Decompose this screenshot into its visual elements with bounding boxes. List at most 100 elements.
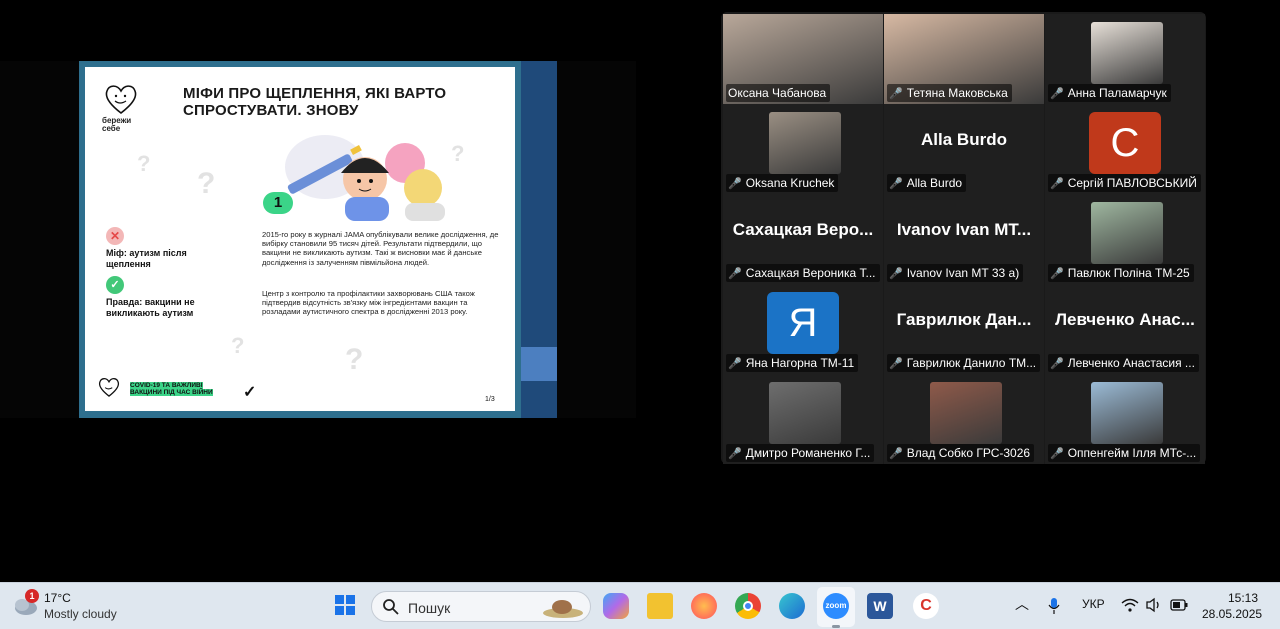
participant-name: Alla Burdo [906,176,963,190]
participant-name-label: 🎤 Павлюк Поліна ТМ-25 [1048,264,1194,282]
muted-microphone-icon: 🎤 [1050,88,1064,100]
participant-name-label: 🎤 Alla Burdo [887,174,967,192]
muted-microphone-icon: 🎤 [1050,178,1064,190]
participant-name: Оппенгейм Ілля МТс-... [1067,446,1197,460]
ccleaner-icon[interactable]: C [913,593,939,619]
participant-tile[interactable]: Сахацкая Веро... 🎤 Сахацкая Вероника Т... [723,194,883,284]
participant-name: Oksana Kruchek [745,176,835,190]
slide-paragraph-1: 2015-го року в журналі JAMA опублікували… [262,230,499,267]
participant-name: Сахацкая Вероника Т... [745,266,876,280]
volume-icon[interactable] [1145,597,1163,613]
question-mark-icon: ? [197,167,216,200]
chrome-icon[interactable] [735,593,761,619]
heart-logo-icon [98,378,120,397]
muted-microphone-icon: 🎤 [1050,358,1064,370]
slide-side-block [521,347,557,381]
weather-condition[interactable]: Mostly cloudy [44,607,117,621]
participant-name-label: 🎤 Влад Собко ГРС-3026 [887,444,1035,462]
cross-icon: ✕ [106,227,124,245]
file-explorer-icon[interactable] [647,593,673,619]
muted-microphone-icon: 🎤 [728,358,742,370]
truth-text: Правда: вакцини не викликають аутизм [106,297,195,318]
shared-screen: бережи себе МІФИ ПРО ЩЕПЛЕННЯ, ЯКІ ВАРТО… [0,61,636,418]
wifi-icon[interactable] [1121,597,1139,613]
participant-name: Павлюк Поліна ТМ-25 [1067,266,1190,280]
participant-tile[interactable]: 🎤 Павлюк Поліна ТМ-25 [1045,194,1205,284]
participant-avatar: Я [767,292,839,354]
participant-tile[interactable]: 🎤 Дмитро Романенко Г... [723,374,883,464]
participant-tile[interactable]: 🎤 Тетяна Маковська [884,14,1044,104]
participant-name-label: 🎤 Oksana Kruchek [726,174,839,192]
participant-display-name: Гаврилюк Дан... [896,310,1032,329]
check-icon: ✓ [106,276,124,294]
copilot-icon[interactable] [603,593,629,619]
windows-start-icon[interactable] [332,593,358,619]
participant-name-label: 🎤 Левченко Анастасия ... [1048,354,1199,372]
participant-tile[interactable]: Я 🎤 Яна Нагорна ТМ-11 [723,284,883,374]
participant-name-label: 🎤 Ivanov Ivan MT 33 a) [887,264,1024,282]
firefox-icon[interactable] [691,593,717,619]
participant-name: Ivanov Ivan MT 33 a) [906,266,1020,280]
participant-name-label: 🎤 Оппенгейм Ілля МТс-... [1048,444,1201,462]
participant-tile[interactable]: Ivanov Ivan MT... 🎤 Ivanov Ivan MT 33 a) [884,194,1044,284]
participant-tile[interactable]: C 🎤 Сергій ПАВЛОВСЬКИЙ [1045,104,1205,194]
participant-tile[interactable]: 🎤 Oksana Kruchek [723,104,883,194]
weather-temperature[interactable]: 17°C [44,591,71,605]
clock-date[interactable]: 28.05.2025 [1202,607,1262,621]
participant-tile[interactable]: 🎤 Влад Собко ГРС-3026 [884,374,1044,464]
logo-caption: бережи себе [102,116,132,133]
running-indicator [832,625,840,628]
participant-name: Гаврилюк Данило ТМ... [906,356,1037,370]
clock-time[interactable]: 15:13 [1228,591,1258,605]
participant-video [769,382,841,444]
muted-microphone-icon: 🎤 [1050,268,1064,280]
participant-tile[interactable]: Гаврилюк Дан... 🎤 Гаврилюк Данило ТМ... [884,284,1044,374]
weather-notification-badge: 1 [25,589,39,603]
participant-name: Оксана Чабанова [728,86,827,100]
slide-paragraph-2: Центр з контролю та профілактики захворю… [262,289,475,317]
edge-icon[interactable] [779,593,805,619]
participant-tile[interactable]: Alla Burdo 🎤 Alla Burdo [884,104,1044,194]
item-number-badge: 1 [263,192,293,214]
slide-content: бережи себе МІФИ ПРО ЩЕПЛЕННЯ, ЯКІ ВАРТО… [85,67,515,411]
word-icon[interactable]: W [867,593,893,619]
muted-microphone-icon: 🎤 [889,268,903,280]
participant-name-label: 🎤 Яна Нагорна ТМ-11 [726,354,859,372]
participant-name-label: 🎤 Гаврилюк Данило ТМ... [887,354,1041,372]
show-hidden-icons-chevron-icon[interactable]: ︿ [1015,594,1029,614]
muted-microphone-icon: 🎤 [889,448,903,460]
participants-gallery: Оксана Чабанова 🎤 Тетяна Маковська 🎤 Анна Па… [721,12,1206,464]
heart-logo-icon [105,85,137,115]
participant-tile[interactable]: 🎤 Оппенгейм Ілля МТс-... [1045,374,1205,464]
muted-microphone-icon: 🎤 [728,448,742,460]
search-placeholder: Пошук [408,600,451,616]
input-language-indicator[interactable]: УКР [1082,597,1105,611]
participant-name: Влад Собко ГРС-3026 [906,446,1031,460]
participant-name-label: Оксана Чабанова [726,84,831,102]
participant-tile[interactable]: 🎤 Анна Паламарчук [1045,14,1205,104]
participant-name: Сергій ПАВЛОВСЬКИЙ [1067,176,1197,190]
muted-microphone-icon: 🎤 [889,358,903,370]
participant-tile[interactable]: Оксана Чабанова [723,14,883,104]
partner-logo-icon: ✓ [243,384,257,401]
zoom-icon[interactable]: zoom [823,593,849,619]
taskbar-search-box[interactable]: Пошук [371,591,591,622]
microphone-icon[interactable] [1047,597,1061,615]
presentation-slide: бережи себе МІФИ ПРО ЩЕПЛЕННЯ, ЯКІ ВАРТО… [79,61,557,418]
participant-name-label: 🎤 Тетяна Маковська [887,84,1012,102]
participant-display-name: Alla Burdo [921,130,1007,149]
participant-tile[interactable]: Левченко Анас... 🎤 Левченко Анастасия ... [1045,284,1205,374]
participant-video [1091,22,1163,84]
participant-name-label: 🎤 Дмитро Романенко Г... [726,444,875,462]
participant-display-name: Левченко Анас... [1055,310,1195,329]
participant-video [1091,382,1163,444]
participant-name: Яна Нагорна ТМ-11 [745,356,855,370]
muted-microphone-icon: 🎤 [728,178,742,190]
participant-name: Тетяна Маковська [906,86,1008,100]
battery-icon[interactable] [1170,599,1188,611]
question-mark-icon: ? [137,151,151,176]
myth-text: Міф: аутизм після щеплення [106,248,187,269]
participant-name: Анна Паламарчук [1067,86,1167,100]
slide-title: МІФИ ПРО ЩЕПЛЕННЯ, ЯКІ ВАРТО СПРОСТУВАТИ… [183,85,447,119]
muted-microphone-icon: 🎤 [728,268,742,280]
